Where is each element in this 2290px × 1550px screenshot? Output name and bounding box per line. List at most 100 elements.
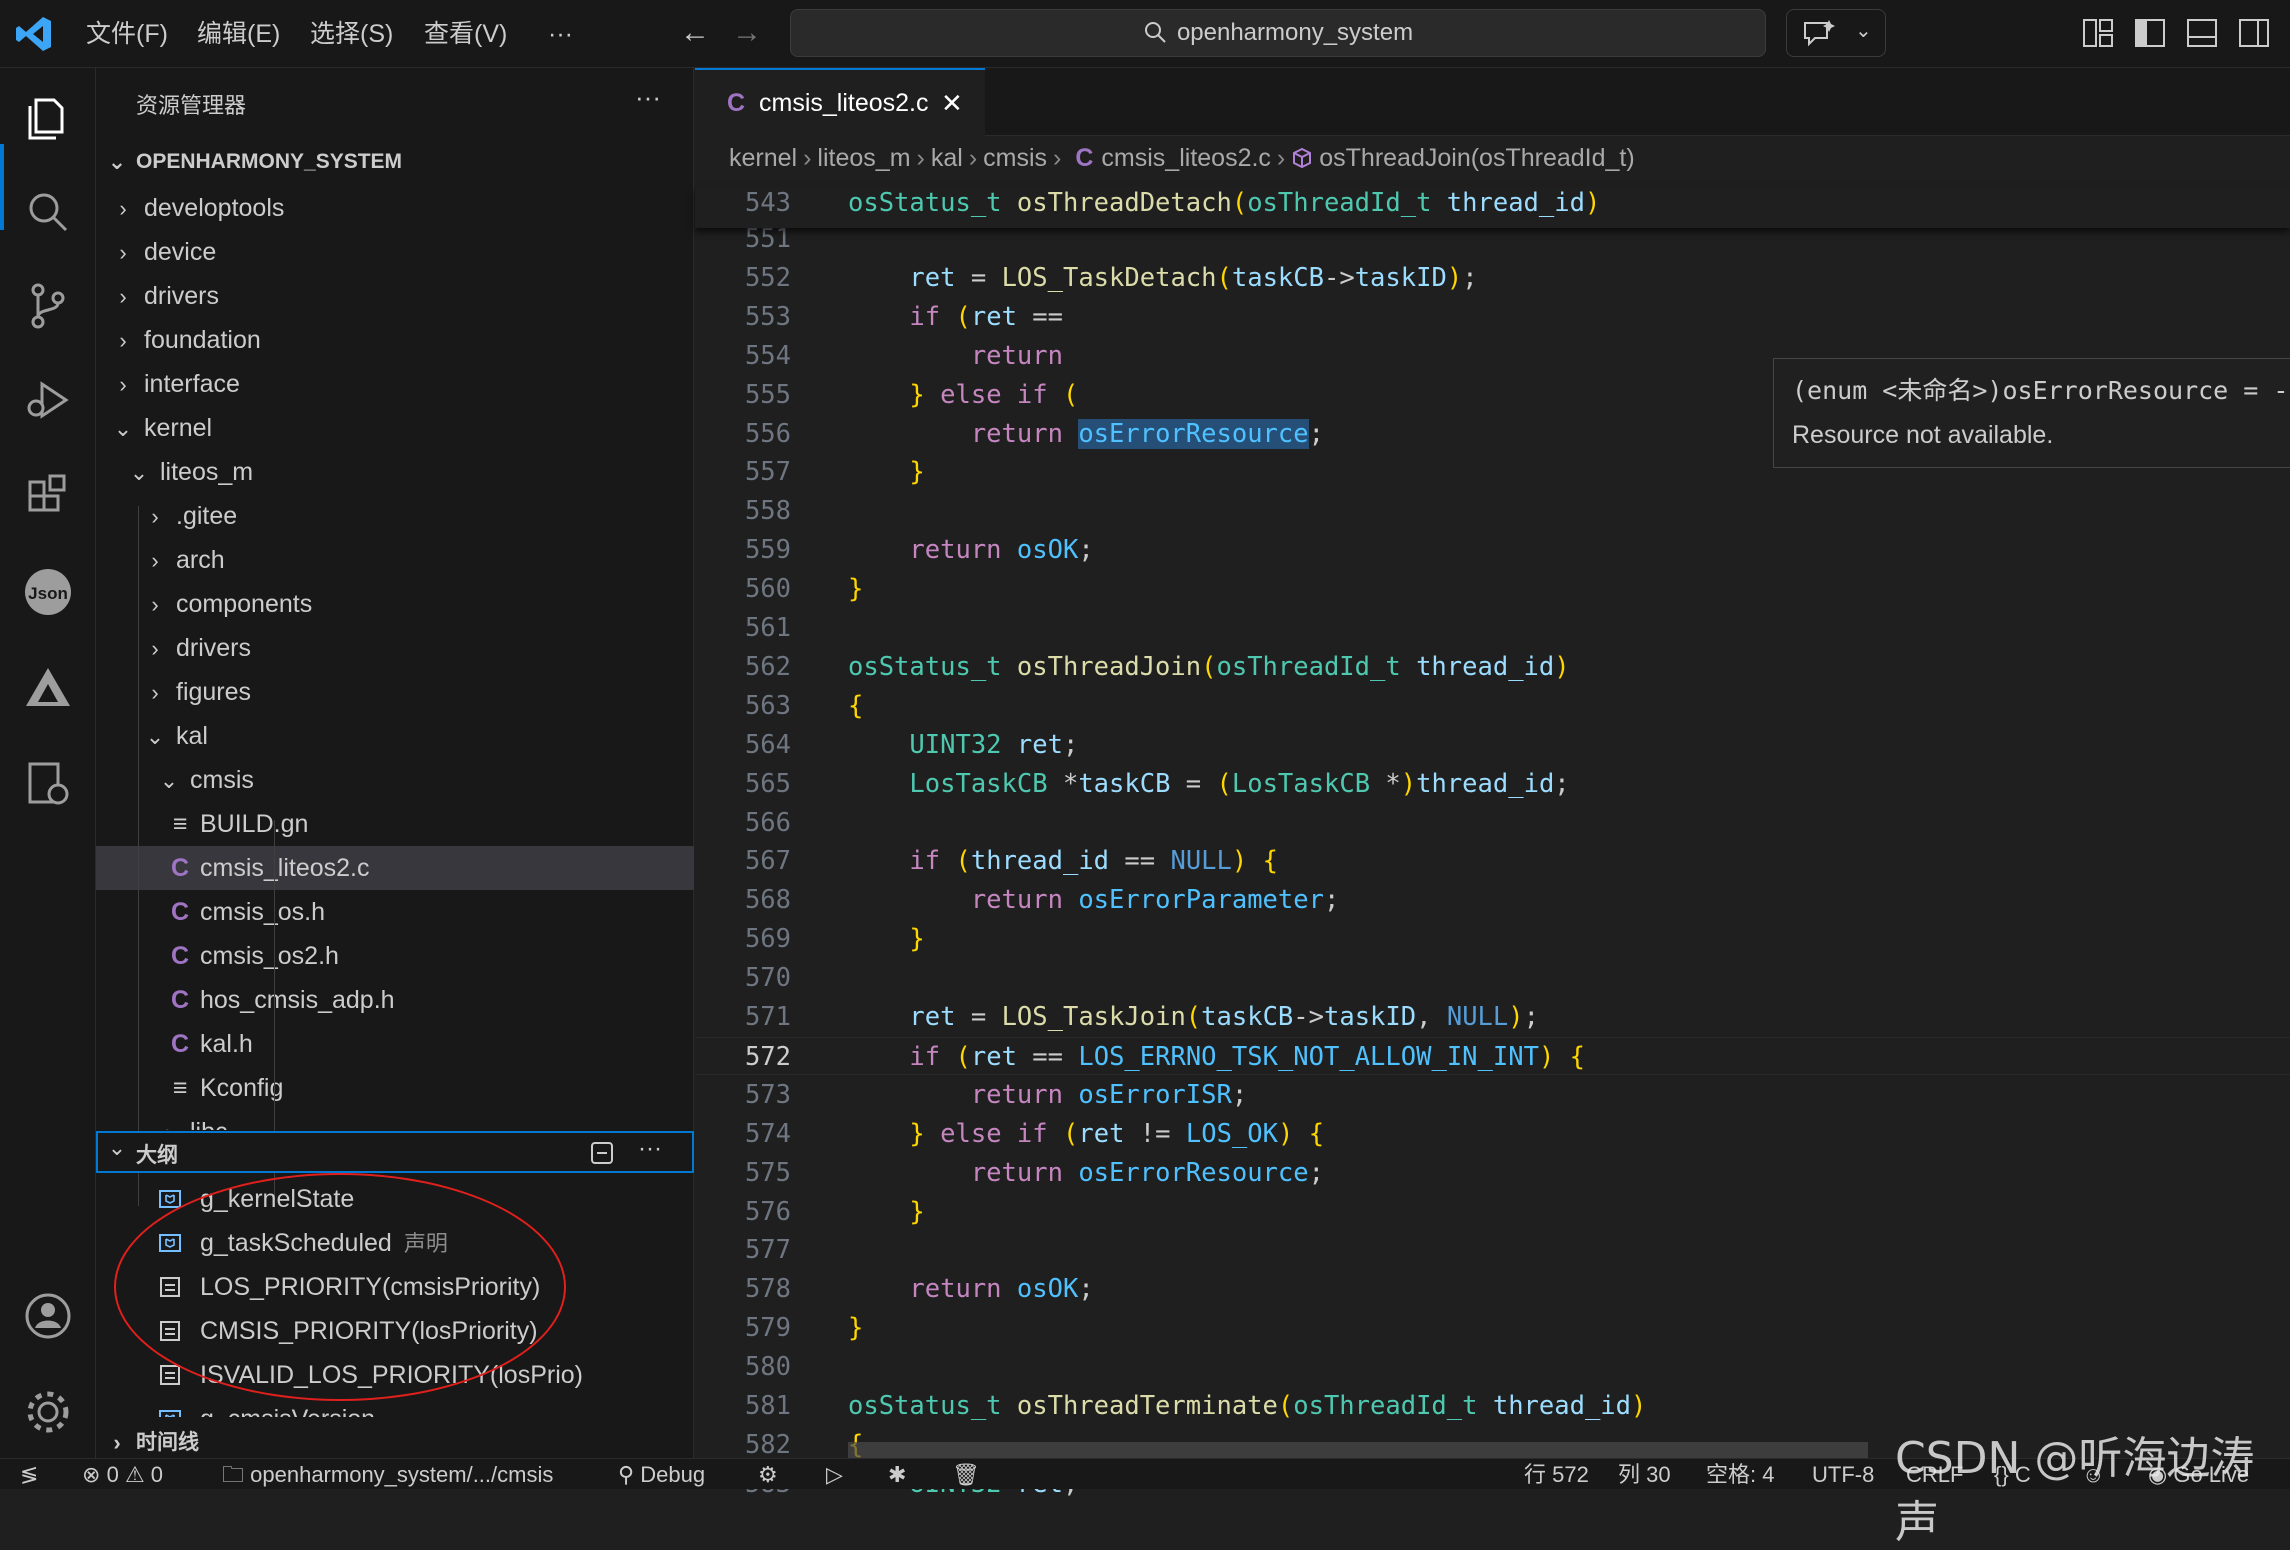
json-extension-icon[interactable]: Json — [22, 566, 74, 618]
search-icon[interactable] — [22, 186, 74, 238]
code-line[interactable]: 565 LosTaskCB *taskCB = (LosTaskCB *)thr… — [695, 765, 2290, 803]
vscode-logo-icon[interactable] — [14, 14, 54, 54]
code-line[interactable]: 567 if (thread_id == NULL) { — [695, 842, 2290, 880]
collapse-all-icon[interactable] — [590, 1141, 616, 1165]
code-line[interactable]: 573 return osErrorISR; — [695, 1076, 2290, 1114]
menu-selection[interactable]: 选择(S) — [310, 0, 393, 68]
sticky-scroll-line[interactable]: 543 osStatus_t osThreadDetach(osThreadId… — [695, 186, 2290, 228]
code-line[interactable]: 561 — [695, 609, 2290, 647]
tree-file[interactable]: ≡ BUILD.gn — [96, 802, 694, 846]
menu-more[interactable]: ··· — [548, 0, 573, 68]
encoding-status[interactable]: UTF-8 — [1812, 1459, 1874, 1489]
tree-folder[interactable]: › figures — [96, 670, 694, 714]
triangle-extension-icon[interactable] — [22, 662, 74, 714]
explorer-files-icon[interactable] — [22, 92, 74, 144]
code-line[interactable]: 552 ret = LOS_TaskDetach(taskCB->taskID)… — [695, 259, 2290, 297]
code-line[interactable]: 578 return osOK; — [695, 1270, 2290, 1308]
toggle-primary-sidebar-icon[interactable] — [2134, 18, 2166, 48]
remote-explorer-icon[interactable] — [22, 758, 74, 810]
horizontal-scrollbar[interactable] — [848, 1442, 1868, 1458]
code-line[interactable]: 576 } — [695, 1193, 2290, 1231]
chevron-right-icon: › — [1053, 144, 1062, 172]
code-line[interactable]: 579} — [695, 1309, 2290, 1347]
tree-folder[interactable]: ⌄ liteos_m — [96, 450, 694, 494]
problems-status[interactable]: ⊗ 0 ⚠ 0 — [82, 1459, 163, 1489]
tree-file[interactable]: Ccmsis_liteos2.c — [96, 846, 694, 890]
code-line[interactable]: 581 osStatus_t osThreadTerminate(osThread… — [695, 1387, 2290, 1425]
outline-more-button[interactable]: ··· — [638, 1135, 662, 1163]
code-line[interactable]: 570 — [695, 959, 2290, 997]
copilot-chat-button[interactable]: ⌄ — [1786, 9, 1886, 57]
run-debug-icon[interactable] — [22, 374, 74, 426]
code-line[interactable]: 575 return osErrorResource; — [695, 1154, 2290, 1192]
code-line[interactable]: 562 osStatus_t osThreadJoin(osThreadId_t … — [695, 648, 2290, 686]
tree-file[interactable]: ≡ Kconfig — [96, 1066, 694, 1110]
breadcrumb-item[interactable]: cmsis — [983, 144, 1047, 172]
timeline-header[interactable]: › 时间线 — [96, 1423, 694, 1463]
tree-folder[interactable]: › drivers — [96, 274, 694, 318]
code-line[interactable]: 580 — [695, 1348, 2290, 1386]
tree-folder[interactable]: › device — [96, 230, 694, 274]
tree-file[interactable]: Ccmsis_os.h — [96, 890, 694, 934]
build-settings-icon[interactable]: ⚙ — [758, 1459, 778, 1489]
tree-folder[interactable]: › foundation — [96, 318, 694, 362]
code-line[interactable]: 574 } else if (ret != LOS_OK) { — [695, 1115, 2290, 1153]
tree-folder[interactable]: › developtools — [96, 186, 694, 230]
trash-icon[interactable]: 🗑 — [952, 1459, 980, 1489]
code-line[interactable]: 563 { — [695, 687, 2290, 725]
line-status[interactable]: 行 572 — [1524, 1459, 1589, 1489]
tree-folder[interactable]: › interface — [96, 362, 694, 406]
close-icon[interactable]: ✕ — [941, 70, 963, 136]
tree-folder[interactable]: › arch — [96, 538, 694, 582]
code-line[interactable]: 564 UINT32 ret; — [695, 726, 2290, 764]
breadcrumb-item[interactable]: kernel — [729, 144, 797, 172]
tree-file[interactable]: Chos_cmsis_adp.h — [96, 978, 694, 1022]
debug-bug-icon[interactable]: ✱ — [888, 1459, 906, 1489]
code-line[interactable]: 569 } — [695, 920, 2290, 958]
code-line[interactable]: 571 ret = LOS_TaskJoin(taskCB->taskID, N… — [695, 998, 2290, 1036]
tree-folder[interactable]: ⌄ kal — [96, 714, 694, 758]
menu-view[interactable]: 查看(V) — [424, 0, 507, 68]
toggle-secondary-sidebar-icon[interactable] — [2238, 18, 2270, 48]
settings-gear-icon[interactable] — [22, 1386, 74, 1438]
back-arrow-icon[interactable]: ← — [680, 18, 710, 48]
menu-file[interactable]: 文件(F) — [86, 0, 168, 68]
code-line[interactable]: 572 if (ret == LOS_ERRNO_TSK_NOT_ALLOW_I… — [695, 1036, 2290, 1075]
tab-cmsis-liteos2[interactable]: C cmsis_liteos2.c ✕ — [695, 68, 985, 136]
extensions-icon[interactable] — [22, 468, 74, 520]
folder-path-status[interactable]: 🗀 openharmony_system/.../cmsis — [222, 1459, 553, 1489]
tree-folder[interactable]: › drivers — [96, 626, 694, 670]
menu-edit[interactable]: 编辑(E) — [197, 0, 280, 68]
tree-file[interactable]: Ccmsis_os2.h — [96, 934, 694, 978]
tree-folder[interactable]: › .gitee — [96, 494, 694, 538]
tree-folder[interactable]: ⌄ kernel — [96, 406, 694, 450]
tree-file[interactable]: Ckal.h — [96, 1022, 694, 1066]
tree-folder[interactable]: › libc — [96, 1110, 694, 1130]
run-play-icon[interactable]: ▷ — [826, 1459, 843, 1489]
breadcrumb-item[interactable]: osThreadJoin(osThreadId_t) — [1319, 144, 1634, 172]
code-line[interactable]: 558 — [695, 492, 2290, 530]
breadcrumb-item[interactable]: cmsis_liteos2.c — [1101, 144, 1271, 172]
accounts-icon[interactable] — [22, 1290, 74, 1342]
outline-header[interactable]: ⌄ 大纲 ··· — [96, 1131, 694, 1173]
command-center-search[interactable]: openharmony_system — [790, 9, 1766, 57]
breadcrumb-item[interactable]: kal — [931, 144, 963, 172]
outline-item[interactable]: g_cmsisVersion — [96, 1397, 694, 1417]
tree-folder[interactable]: ⌄ cmsis — [96, 758, 694, 802]
code-line[interactable]: 560} — [695, 570, 2290, 608]
column-status[interactable]: 列 30 — [1618, 1459, 1671, 1489]
code-line[interactable]: 577 — [695, 1231, 2290, 1269]
remote-indicator-icon[interactable]: ≶ — [20, 1459, 38, 1489]
code-line[interactable]: 553 if (ret == — [695, 298, 2290, 336]
forward-arrow-icon[interactable]: → — [732, 18, 762, 48]
customize-layout-icon[interactable] — [2082, 18, 2114, 48]
code-line[interactable]: 568 return osErrorParameter; — [695, 881, 2290, 919]
indent-status[interactable]: 空格: 4 — [1706, 1459, 1774, 1489]
toggle-panel-icon[interactable] — [2186, 18, 2218, 48]
source-control-icon[interactable] — [22, 280, 74, 332]
code-line[interactable]: 559 return osOK; — [695, 531, 2290, 569]
tree-folder[interactable]: › components — [96, 582, 694, 626]
breadcrumb-item[interactable]: liteos_m — [817, 144, 910, 172]
debug-status[interactable]: ⚲ Debug — [618, 1459, 705, 1489]
code-line[interactable]: 566 — [695, 804, 2290, 842]
